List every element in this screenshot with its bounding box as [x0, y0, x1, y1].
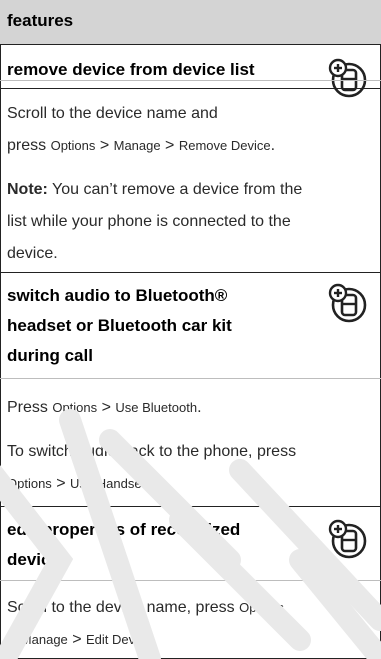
body-line: To switch audio back to the phone, press	[7, 443, 297, 460]
body-line: Scroll to the device name, press Options	[7, 599, 284, 616]
section-divider	[0, 506, 381, 507]
note-line: list while your phone is connected to th…	[7, 213, 291, 230]
section-body: Scroll to the device name and press Opti…	[7, 98, 372, 270]
section-divider	[0, 88, 381, 89]
section-title: headset or Bluetooth car kit	[7, 316, 232, 335]
section-body: Press Options > Use Bluetooth. To switch…	[7, 392, 372, 500]
body-line: Press Options > Use Bluetooth.	[7, 399, 202, 416]
phone-feature-icon	[328, 283, 367, 323]
note-line: Note: You can’t remove a device from the	[7, 181, 303, 198]
section-title: during call	[7, 346, 93, 365]
header-title: features	[7, 11, 74, 30]
section-title: switch audio to Bluetooth®	[7, 286, 228, 305]
section-separator	[0, 580, 381, 581]
body-line: Scroll to the device name and	[7, 105, 218, 122]
note-line: device.	[7, 245, 58, 262]
section-title: edit properties of recognized	[7, 520, 241, 539]
section-body: Scroll to the device name, press Options…	[7, 592, 372, 656]
phone-feature-icon	[328, 58, 367, 98]
table-header: features	[0, 0, 381, 45]
section-separator	[0, 80, 381, 81]
section-divider	[0, 272, 381, 273]
section-separator	[0, 378, 381, 379]
body-line: Options > Use Handset.	[7, 475, 150, 492]
body-line: > Manage > Edit Device.	[7, 631, 157, 648]
section-title: device	[7, 550, 60, 569]
body-line: press Options > Manage > Remove Device.	[7, 137, 276, 154]
phone-feature-icon	[328, 519, 367, 559]
